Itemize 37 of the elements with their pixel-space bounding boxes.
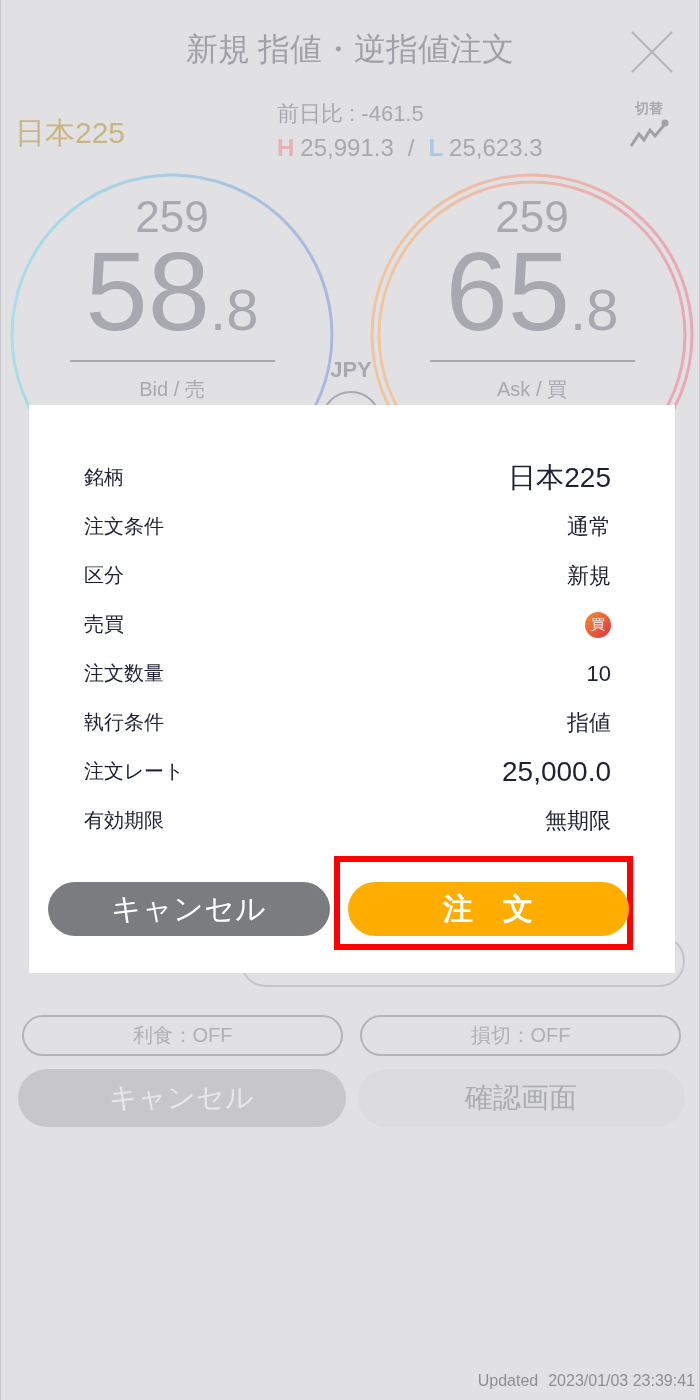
- high-value: 25,991.3: [300, 134, 394, 162]
- quote-price[interactable]: 58.8: [69, 242, 275, 362]
- separator: /: [407, 134, 415, 162]
- order-button[interactable]: 注 文: [347, 882, 629, 936]
- field-label: 区分: [84, 563, 124, 588]
- field-value: 指値: [567, 708, 611, 737]
- symbol-name: 日本225: [15, 115, 127, 151]
- buy-badge: 買: [585, 611, 611, 638]
- quote-pips: 259: [135, 192, 209, 242]
- low-label: L: [428, 134, 444, 162]
- field-label: 注文レート: [84, 759, 184, 784]
- quote-label: Ask / 買: [497, 377, 567, 402]
- screen-title: 新規 指値・逆指値注文: [185, 30, 515, 69]
- chart-icon[interactable]: [629, 118, 669, 148]
- cancel-button[interactable]: キャンセル: [48, 882, 330, 936]
- updated-label: Updated: [477, 1372, 539, 1390]
- field-label: 有効期限: [84, 808, 164, 833]
- field-label: 執行条件: [84, 710, 164, 735]
- quote-label: Bid / 売: [139, 377, 205, 402]
- currency-label: JPY: [330, 357, 372, 383]
- switch-label[interactable]: 切替: [635, 100, 663, 118]
- field-value: 10: [586, 660, 611, 687]
- field-value: 新規: [567, 561, 611, 590]
- field-label: 銘柄: [84, 465, 124, 490]
- updated-time: 2023/01/03 23:39:41: [548, 1372, 695, 1390]
- field-label: 注文数量: [84, 661, 164, 686]
- field-value: 無期限: [545, 806, 611, 835]
- field-label: 売買: [84, 612, 124, 637]
- field-value: 日本225: [508, 460, 611, 495]
- low-value: 25,623.3: [449, 134, 543, 162]
- field-label: 注文条件: [84, 514, 164, 539]
- field-value: 25,000.0: [502, 755, 611, 788]
- field-value: 通常: [567, 512, 611, 541]
- quote-pips: 259: [495, 192, 569, 242]
- day-change: 前日比 : -461.5: [277, 100, 425, 128]
- quote-price[interactable]: 65.8: [429, 242, 635, 362]
- close-icon[interactable]: [631, 31, 673, 73]
